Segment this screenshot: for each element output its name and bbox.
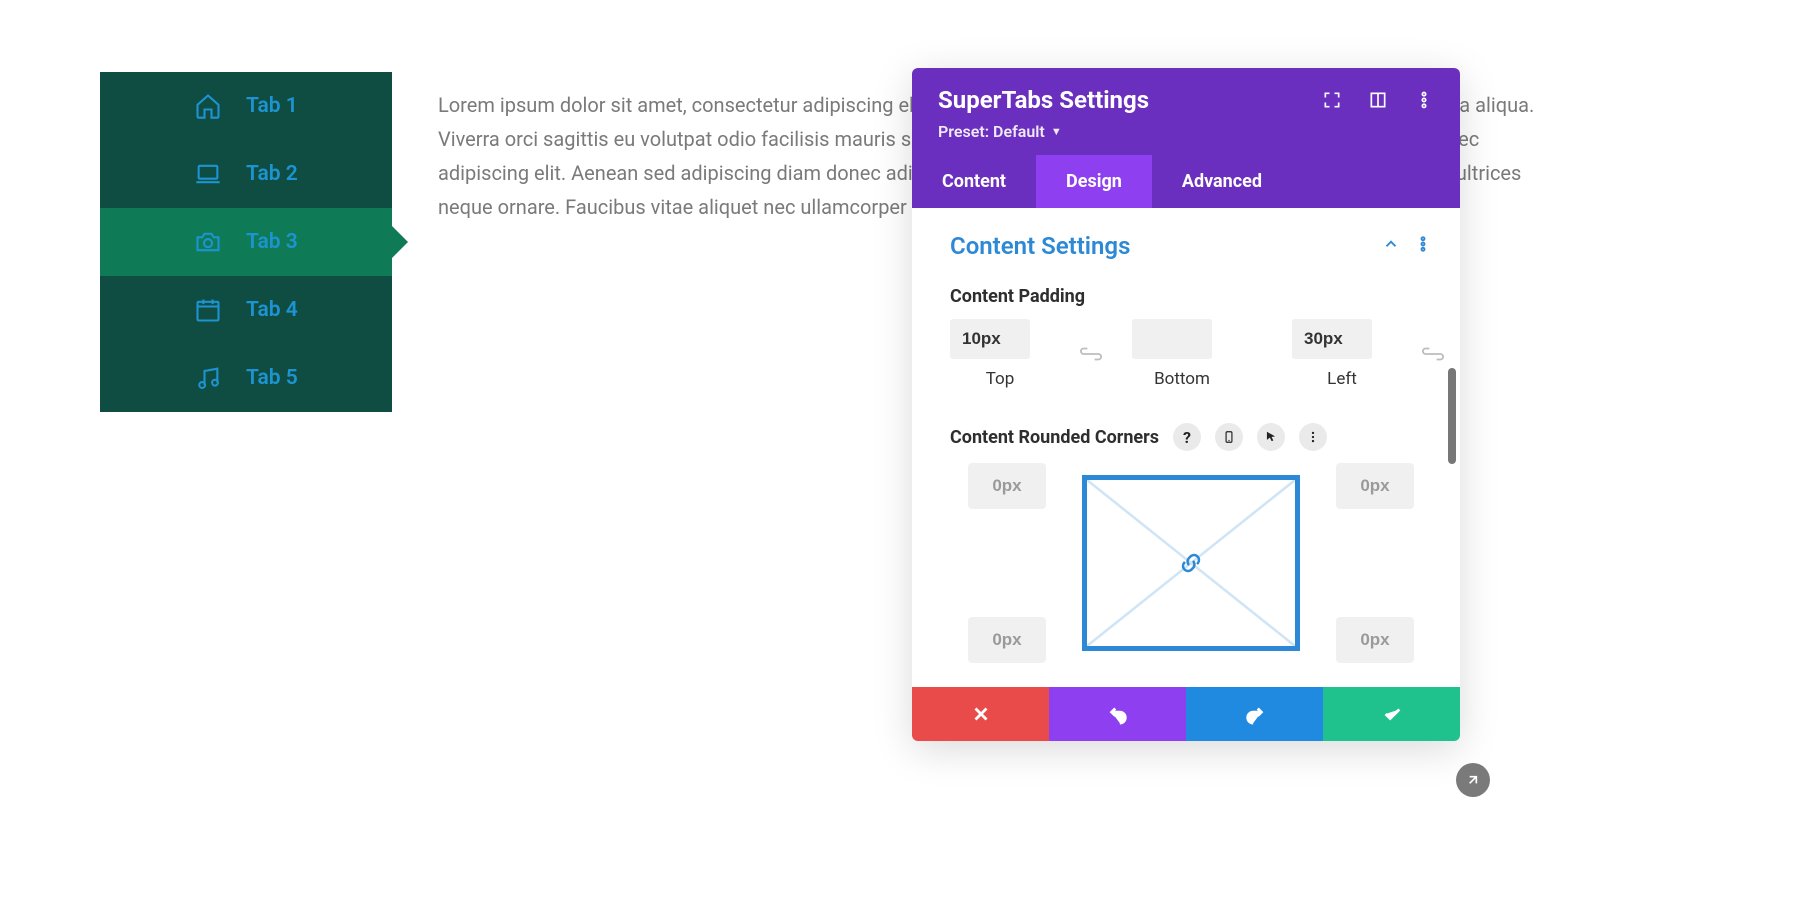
tab-label: Tab 3: [246, 230, 298, 254]
save-button[interactable]: [1323, 687, 1460, 741]
corner-tl-input[interactable]: [968, 463, 1046, 509]
corner-tr-input[interactable]: [1336, 463, 1414, 509]
undo-button[interactable]: [1049, 687, 1186, 741]
rounded-corners-control: [950, 463, 1432, 663]
corners-label: Content Rounded Corners: [950, 427, 1159, 448]
music-icon: [194, 364, 222, 392]
panel-tabs: Content Design Advanced: [912, 155, 1460, 208]
laptop-icon: [194, 160, 222, 188]
panel-header: SuperTabs Settings Preset: Default ▼: [912, 68, 1460, 155]
expand-fab[interactable]: [1456, 763, 1490, 797]
tab-item-3[interactable]: Tab 3: [100, 208, 392, 276]
tab-item-2[interactable]: Tab 2: [100, 140, 392, 208]
settings-panel: SuperTabs Settings Preset: Default ▼ Con…: [912, 68, 1460, 741]
tab-item-5[interactable]: Tab 5: [100, 344, 392, 412]
more-vert-icon[interactable]: [1414, 235, 1432, 257]
more-vert-icon[interactable]: [1414, 90, 1434, 110]
padding-bottom-label: Bottom: [1132, 369, 1232, 389]
panel-tab-advanced[interactable]: Advanced: [1152, 155, 1292, 208]
preset-label: Preset: Default: [938, 122, 1045, 141]
tab-item-1[interactable]: Tab 1: [100, 72, 392, 140]
more-vert-icon[interactable]: [1299, 423, 1327, 451]
camera-icon: [194, 228, 222, 256]
fullscreen-icon[interactable]: [1322, 90, 1342, 110]
tab-label: Tab 2: [246, 162, 298, 186]
calendar-icon: [194, 296, 222, 324]
panel-title: SuperTabs Settings: [938, 86, 1149, 114]
scrollbar[interactable]: [1448, 368, 1456, 464]
cancel-button[interactable]: [912, 687, 1049, 741]
link-icon[interactable]: [1177, 549, 1205, 577]
preset-dropdown[interactable]: Preset: Default ▼: [938, 122, 1149, 141]
padding-top-input[interactable]: [950, 319, 1030, 359]
vertical-tabs: Tab 1 Tab 2 Tab 3 Tab 4 Tab 5: [100, 72, 392, 412]
padding-bottom-input[interactable]: [1132, 319, 1212, 359]
panel-body: Content Settings Content Padding Top Bot…: [912, 208, 1460, 687]
redo-button[interactable]: [1186, 687, 1323, 741]
padding-controls: Top Bottom Left Right: [950, 319, 1432, 389]
columns-icon[interactable]: [1368, 90, 1388, 110]
section-title: Content Settings: [950, 232, 1130, 260]
tab-label: Tab 4: [246, 298, 298, 322]
padding-label: Content Padding: [950, 286, 1432, 307]
link-icon[interactable]: [1422, 319, 1444, 389]
tab-item-4[interactable]: Tab 4: [100, 276, 392, 344]
cursor-icon[interactable]: [1257, 423, 1285, 451]
corners-preview: [1082, 475, 1300, 651]
padding-left-label: Left: [1292, 369, 1392, 389]
link-icon[interactable]: [1080, 319, 1102, 389]
phone-icon[interactable]: [1215, 423, 1243, 451]
panel-tab-design[interactable]: Design: [1036, 155, 1152, 208]
home-icon: [194, 92, 222, 120]
panel-tab-content[interactable]: Content: [912, 155, 1036, 208]
corner-br-input[interactable]: [1336, 617, 1414, 663]
tab-label: Tab 1: [246, 94, 298, 118]
corner-bl-input[interactable]: [968, 617, 1046, 663]
help-icon[interactable]: ?: [1173, 423, 1201, 451]
tab-label: Tab 5: [246, 366, 298, 390]
padding-top-label: Top: [950, 369, 1050, 389]
padding-left-input[interactable]: [1292, 319, 1372, 359]
collapse-icon[interactable]: [1382, 235, 1400, 257]
panel-footer: [912, 687, 1460, 741]
caret-down-icon: ▼: [1051, 125, 1062, 138]
